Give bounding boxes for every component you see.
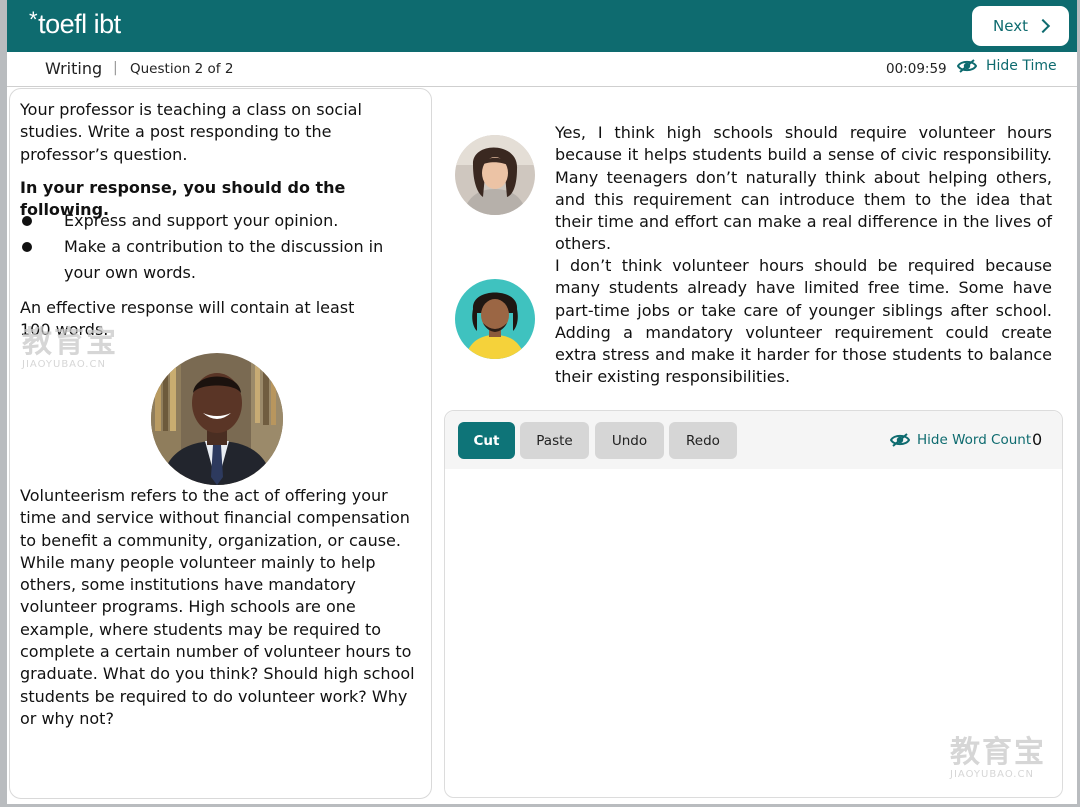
test-window: *toefl ibt Next Writing | Question 2 of … bbox=[7, 0, 1077, 804]
paste-button[interactable]: Paste bbox=[520, 422, 589, 459]
hide-time-label: Hide Time bbox=[986, 58, 1057, 74]
cut-button[interactable]: Cut bbox=[458, 422, 515, 459]
eye-slash-icon bbox=[890, 433, 910, 447]
student-avatar-1 bbox=[455, 135, 535, 215]
next-button-label: Next bbox=[993, 17, 1028, 35]
top-bar: *toefl ibt Next bbox=[7, 0, 1077, 52]
toefl-logo: *toefl ibt bbox=[29, 7, 121, 39]
response-textarea[interactable] bbox=[445, 469, 1062, 797]
prompt-intro: Your professor is teaching a class on so… bbox=[20, 100, 362, 164]
divider: | bbox=[113, 60, 118, 76]
student-avatar-2 bbox=[455, 279, 535, 359]
next-button[interactable]: Next bbox=[972, 6, 1069, 46]
length-requirement: An effective response will contain at le… bbox=[20, 298, 355, 340]
editor-toolbar: Cut Paste Undo Redo Hide Word Count 0 bbox=[445, 411, 1062, 469]
professor-avatar bbox=[151, 353, 283, 485]
instruction-bullet: Express and support your opinion. bbox=[22, 208, 394, 234]
redo-button[interactable]: Redo bbox=[669, 422, 737, 459]
question-number: Question 2 of 2 bbox=[130, 61, 234, 77]
hide-word-count-button[interactable]: Hide Word Count bbox=[890, 432, 1031, 448]
bullet-dot-icon bbox=[22, 216, 32, 226]
logo-star-icon: * bbox=[29, 7, 38, 32]
status-bar: Writing | Question 2 of 2 00:09:59 Hide … bbox=[7, 52, 1077, 87]
response-editor: Cut Paste Undo Redo Hide Word Count 0 教育… bbox=[444, 410, 1063, 798]
word-count-value: 0 bbox=[1032, 430, 1043, 449]
undo-button[interactable]: Undo bbox=[595, 422, 664, 459]
chevron-right-icon bbox=[1035, 18, 1051, 34]
prompt-panel: Your professor is teaching a class on so… bbox=[9, 88, 432, 799]
hide-word-count-label: Hide Word Count bbox=[917, 432, 1032, 448]
professor-question: Volunteerism refers to the act of offeri… bbox=[20, 486, 415, 728]
countdown-timer: 00:09:59 bbox=[886, 61, 947, 77]
hide-time-button[interactable]: Hide Time bbox=[957, 58, 1057, 74]
instruction-bullet: Make a contribution to the discussion in… bbox=[22, 234, 394, 286]
eye-slash-icon bbox=[957, 59, 977, 73]
bullet-dot-icon bbox=[22, 242, 32, 252]
student-post-1: Yes, I think high schools should require… bbox=[555, 123, 1052, 254]
section-title: Writing bbox=[45, 59, 103, 78]
student-post-2: I don’t think volunteer hours should be … bbox=[555, 256, 1052, 387]
